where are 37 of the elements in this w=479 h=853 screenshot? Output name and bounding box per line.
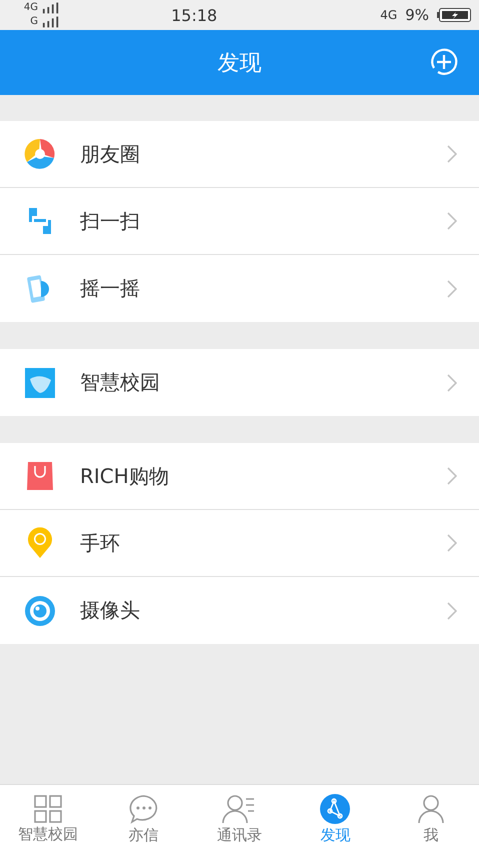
chevron-icon [447,534,457,552]
chevron-icon [447,467,457,485]
tab[interactable]: 智慧校园 [0,785,96,853]
network-label: G [30,15,38,29]
menu-item[interactable]: 扫一扫 [0,188,479,255]
battery-icon [437,8,471,22]
tab[interactable]: 亦信 [96,785,192,853]
shopping-bag-icon [24,461,56,491]
chat-icon [128,794,160,824]
chevron-icon [447,374,457,392]
battery-percent: 9% [405,6,429,24]
chevron-icon [447,145,457,163]
chevron-icon [447,602,457,620]
network-label: 4G [24,1,38,15]
network-label: 4G [380,8,398,22]
person-icon [417,794,446,824]
chevron-icon [447,280,457,298]
menu-item[interactable]: 朋友圈 [0,121,479,188]
signal-icon [42,16,60,28]
contacts-icon [222,794,256,824]
menu-item[interactable]: 摇一摇 [0,255,479,322]
signal-icon [42,2,60,14]
chevron-icon [447,212,457,230]
menu-item[interactable]: 手环 [0,510,479,577]
discover-icon [320,794,350,824]
eye-icon [24,594,56,626]
tab[interactable]: 我 [383,785,479,853]
circle-logo-icon [24,138,56,170]
campus-logo-icon [24,368,56,398]
menu-item[interactable]: RICH购物 [0,443,479,510]
page-title: 发现 [218,50,262,78]
menu-item[interactable]: 智慧校园 [0,349,479,416]
clock: 15:18 [170,6,218,24]
tab[interactable]: 通讯录 [192,785,288,853]
add-icon[interactable] [429,47,459,77]
grid-icon [34,794,62,822]
menu-item[interactable]: 摄像头 [0,577,479,644]
